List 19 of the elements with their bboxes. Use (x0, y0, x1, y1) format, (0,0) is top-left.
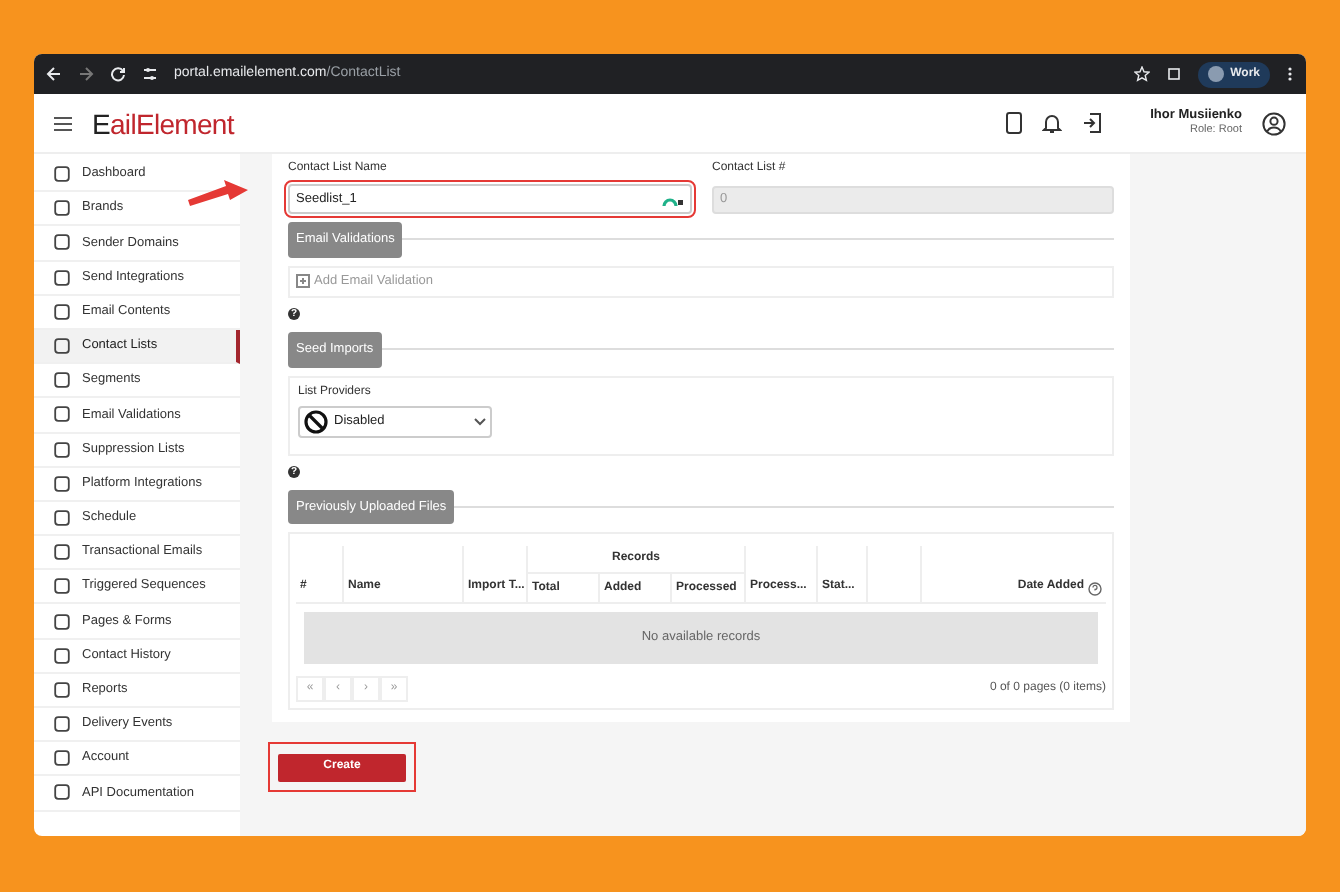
star-icon[interactable] (1134, 66, 1151, 82)
bell-icon[interactable] (1042, 112, 1063, 134)
menu-icon[interactable] (54, 115, 72, 131)
reload-icon[interactable] (110, 66, 126, 82)
user-avatar-icon[interactable] (1262, 111, 1286, 135)
phone-icon[interactable] (1006, 112, 1023, 134)
help-circle-icon[interactable] (1088, 582, 1102, 597)
more-icon[interactable] (1286, 66, 1294, 82)
logout-icon[interactable] (1082, 112, 1103, 134)
site-settings-icon[interactable] (142, 66, 158, 82)
logo: EailElement (92, 109, 234, 137)
annotation-arrow (188, 178, 248, 210)
back-icon[interactable] (46, 66, 62, 82)
plus-square-icon[interactable] (296, 274, 310, 289)
password-manager-icon[interactable] (662, 193, 684, 205)
prohibited-icon (304, 409, 328, 433)
forward-icon[interactable] (78, 66, 94, 82)
chevron-down-icon (474, 417, 486, 425)
extensions-icon[interactable] (1166, 66, 1183, 82)
